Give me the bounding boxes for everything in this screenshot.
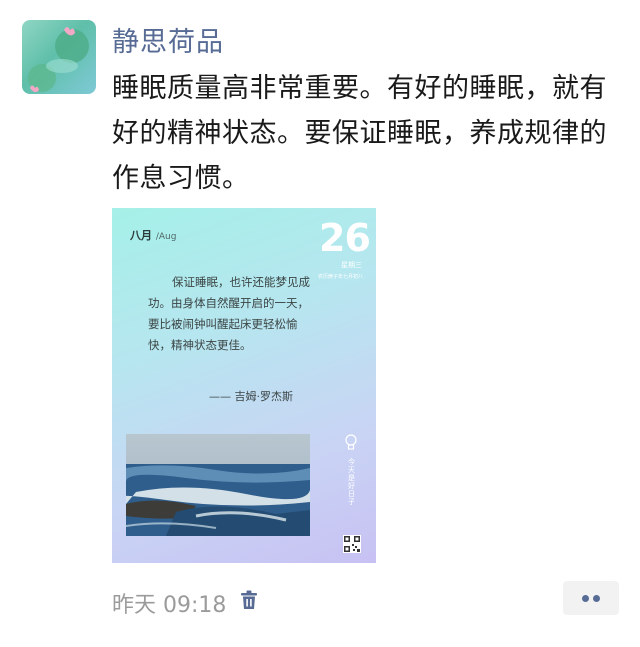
card-side-text: 今天是好日子 [348,458,355,506]
qr-code-icon [343,535,361,553]
more-dots-icon [582,595,589,602]
more-options-button[interactable] [563,581,619,615]
lotus-pond-avatar-image [28,27,89,93]
post-text: 睡眠质量高非常重要。有好的睡眠，就有好的精神状态。要保证睡眠，养成规律的作息习惯… [112,73,607,194]
calendar-card-image[interactable]: 八月 /Aug 26 星期三 农历庚子年七月初八 保证睡眠，也许还能梦见成功。由… [112,208,376,563]
avatar[interactable] [22,20,96,94]
sea-painting [126,434,310,536]
post-timestamp: 昨天 09:18 [112,593,227,618]
card-weekday: 星期三 [341,261,362,269]
card-month-en: /Aug [155,232,177,242]
lightbulb-icon [345,434,357,450]
author-name[interactable]: 静思荷品 [112,20,224,59]
card-month: 八月 /Aug [130,227,176,243]
more-dots-icon [593,595,600,602]
card-quote-author: —— 吉姆·罗杰斯 [209,390,293,403]
card-quote: 保证睡眠，也许还能梦见成功。由身体自然醒开启的一天，要比被闹钟叫醒起床更轻松愉快… [148,275,310,352]
card-month-cn: 八月 [130,229,152,242]
card-lunar-date: 农历庚子年七月初八 [318,274,364,280]
trash-icon[interactable] [238,589,260,611]
card-day: 26 [319,216,371,260]
